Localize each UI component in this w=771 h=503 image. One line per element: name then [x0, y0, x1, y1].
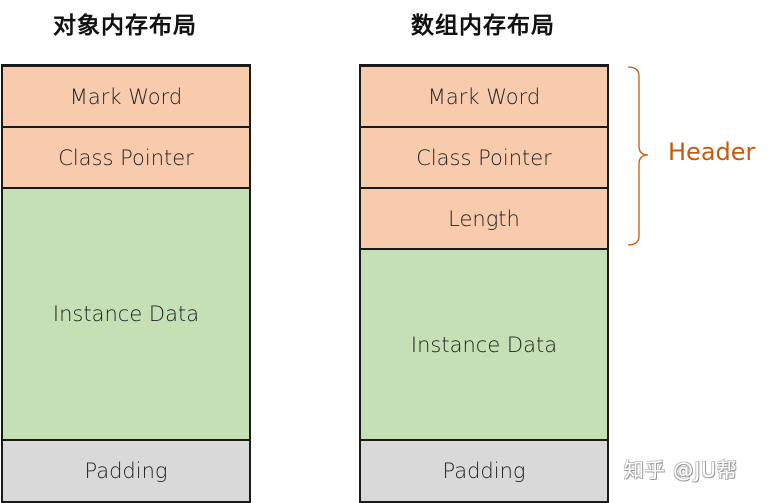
array-mark-word-cell: Mark Word: [361, 67, 607, 128]
header-brace-icon: [627, 66, 649, 246]
object-mark-word-cell: Mark Word: [3, 67, 249, 128]
object-instance-data-cell: Instance Data: [3, 189, 249, 441]
array-padding-cell: Padding: [361, 441, 607, 501]
watermark: 知乎 @JU帮: [624, 458, 738, 482]
array-layout-stack: Mark Word Class Pointer Length Instance …: [359, 64, 609, 503]
object-layout-stack: Mark Word Class Pointer Instance Data Pa…: [1, 64, 251, 503]
array-class-pointer-cell: Class Pointer: [361, 128, 607, 189]
object-layout-title: 对象内存布局: [53, 13, 197, 39]
object-class-pointer-cell: Class Pointer: [3, 128, 249, 189]
array-layout-title: 数组内存布局: [411, 13, 555, 39]
header-label: Header: [668, 138, 756, 166]
array-instance-data-cell: Instance Data: [361, 250, 607, 441]
object-padding-cell: Padding: [3, 441, 249, 501]
array-length-cell: Length: [361, 189, 607, 250]
